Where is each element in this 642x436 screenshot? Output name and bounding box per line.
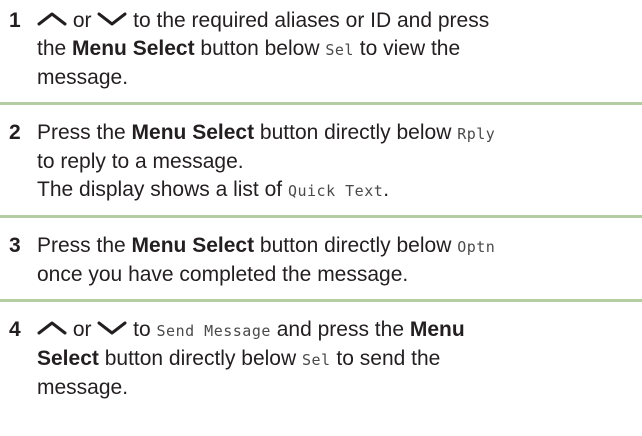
instruction-steps: 1 or to the required aliases or ID and p… bbox=[0, 0, 642, 406]
step-line: once you have completed the message. bbox=[37, 261, 636, 289]
step-text: . bbox=[383, 178, 390, 201]
step-number: 1 bbox=[9, 9, 21, 32]
step-number: 4 bbox=[9, 318, 21, 341]
step-number: 2 bbox=[9, 121, 21, 144]
step-text: The display shows a list of bbox=[37, 178, 288, 201]
lcd-softkey-sel: Sel bbox=[301, 351, 331, 369]
step-text: once you have completed the message. bbox=[37, 263, 409, 286]
step-number: 3 bbox=[9, 234, 21, 257]
step-line: or to the required aliases or ID and pre… bbox=[37, 7, 636, 35]
chevron-up-icon bbox=[37, 12, 67, 26]
lcd-softkey-optn: Optn bbox=[457, 238, 496, 256]
step-text: Press the bbox=[37, 121, 132, 144]
lcd-quick-text: Quick Text bbox=[287, 182, 384, 200]
chevron-up-icon bbox=[37, 321, 67, 335]
step-text: to view the bbox=[353, 37, 461, 60]
step-text: and press the bbox=[270, 318, 410, 341]
step-text: to bbox=[127, 318, 157, 341]
step-text: message. bbox=[37, 376, 129, 399]
or-text: or bbox=[67, 318, 98, 341]
lcd-softkey-rply: Rply bbox=[457, 125, 496, 143]
step-2: 2 Press the Menu Select button directly … bbox=[0, 105, 642, 215]
step-line: Select button directly below Sel to send… bbox=[37, 345, 636, 374]
menu-select-label: Menu Select bbox=[72, 37, 195, 60]
menu-select-label: Menu Select bbox=[131, 121, 255, 144]
step-line: Press the Menu Select button directly be… bbox=[37, 119, 636, 148]
menu-label: Menu bbox=[409, 318, 465, 341]
step-text: button directly below bbox=[254, 234, 458, 257]
step-text: message. bbox=[37, 66, 129, 89]
step-1: 1 or to the required aliases or ID and p… bbox=[0, 0, 642, 102]
chevron-down-icon bbox=[97, 12, 127, 26]
step-line: the Menu Select button below Sel to view… bbox=[37, 35, 636, 64]
step-text: Press the bbox=[37, 234, 132, 257]
chevron-down-icon bbox=[97, 321, 127, 335]
lcd-send-message: Send Message bbox=[156, 322, 271, 340]
or-text: or bbox=[67, 9, 98, 32]
step-3: 3 Press the Menu Select button directly … bbox=[0, 218, 642, 299]
step-line: or to Send Message and press the Menu bbox=[37, 316, 636, 345]
step-line: message. bbox=[37, 374, 636, 402]
step-4: 4 or to Send Message and press the Menu … bbox=[0, 302, 642, 406]
menu-select-label: Menu Select bbox=[131, 234, 255, 257]
step-line: The display shows a list of Quick Text. bbox=[37, 176, 636, 205]
step-text: the bbox=[37, 37, 73, 60]
step-text: button below bbox=[194, 37, 326, 60]
step-text: to reply to a message. bbox=[37, 150, 244, 173]
step-text: button directly below bbox=[98, 347, 302, 370]
step-line: message. bbox=[37, 64, 636, 92]
step-text: to send the bbox=[330, 347, 441, 370]
step-line: Press the Menu Select button directly be… bbox=[37, 232, 636, 261]
lcd-softkey-sel: Sel bbox=[325, 41, 354, 59]
select-label: Select bbox=[37, 347, 99, 370]
step-text: button directly below bbox=[254, 121, 458, 144]
step-text: to the required aliases or ID and press bbox=[127, 9, 490, 32]
step-line: to reply to a message. bbox=[37, 148, 636, 176]
